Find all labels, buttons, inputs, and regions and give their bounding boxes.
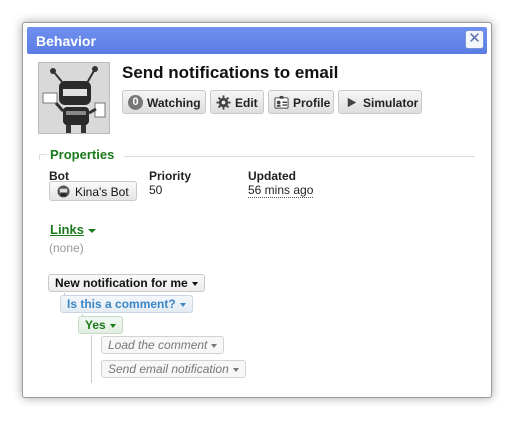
close-icon: ✕ <box>468 30 481 47</box>
action-label: Send email notification <box>108 362 229 376</box>
behavior-heading: Send notifications to email <box>122 63 339 82</box>
updated-timestamp: 56 mins ago <box>248 183 314 198</box>
robot-icon <box>39 63 109 133</box>
watching-count-badge: 0 <box>128 95 143 110</box>
properties-divider-corner <box>39 154 47 160</box>
chevron-down-icon <box>87 228 96 233</box>
updated-value: 56 mins ago <box>248 183 314 198</box>
play-icon <box>347 97 357 108</box>
load-comment-action-dropdown[interactable]: Load the comment <box>101 336 225 354</box>
watching-label: Watching <box>147 96 201 110</box>
tree-connector <box>91 335 92 383</box>
branch-label: Yes <box>85 318 106 332</box>
edit-label: Edit <box>235 96 258 110</box>
trigger-rule-dropdown[interactable]: New notification for me <box>48 274 205 292</box>
properties-divider <box>124 156 475 157</box>
id-card-icon <box>274 95 289 109</box>
properties-section-title: Properties <box>50 147 115 162</box>
chevron-down-icon <box>211 343 218 348</box>
bot-avatar-icon <box>57 185 70 198</box>
profile-label: Profile <box>293 96 331 110</box>
priority-column-header: Priority <box>149 169 192 183</box>
chevron-down-icon <box>232 367 239 372</box>
bot-link-button[interactable]: Kina's Bot <box>49 181 137 201</box>
send-email-action-dropdown[interactable]: Send email notification <box>101 360 246 378</box>
yes-branch-dropdown[interactable]: Yes <box>78 316 123 334</box>
gear-icon <box>216 95 231 110</box>
links-dropdown[interactable]: Links <box>50 222 96 237</box>
edit-button[interactable]: Edit <box>210 90 264 114</box>
simulator-label: Simulator <box>363 96 419 110</box>
chevron-down-icon <box>109 323 116 328</box>
simulator-button[interactable]: Simulator <box>338 90 422 114</box>
trigger-label: New notification for me <box>55 276 188 290</box>
priority-value: 50 <box>149 183 163 197</box>
profile-button[interactable]: Profile <box>268 90 334 114</box>
chevron-down-icon <box>179 302 186 307</box>
action-label: Load the comment <box>108 338 208 352</box>
dialog-titlebar[interactable]: Behavior ✕ <box>27 27 487 54</box>
links-empty-text: (none) <box>49 241 84 255</box>
condition-rule-dropdown[interactable]: Is this a comment? <box>60 295 193 313</box>
bot-avatar <box>38 62 110 134</box>
bot-name: Kina's Bot <box>75 185 129 199</box>
chevron-down-icon <box>191 281 198 286</box>
behavior-dialog: Behavior ✕ Send notifications to email 0 <box>22 22 492 398</box>
dialog-title: Behavior <box>36 33 96 49</box>
links-label: Links <box>50 222 84 237</box>
condition-label: Is this a comment? <box>67 297 176 311</box>
close-button[interactable]: ✕ <box>465 30 484 49</box>
updated-column-header: Updated <box>248 169 296 183</box>
watching-button[interactable]: 0 Watching <box>122 90 206 114</box>
